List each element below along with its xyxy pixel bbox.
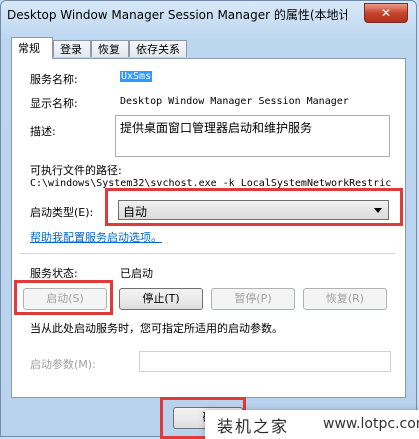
startup-type-select[interactable]: 自动	[118, 200, 389, 220]
description-label: 描述:	[30, 125, 56, 138]
close-icon: ✕	[380, 6, 392, 20]
start-params-label: 启动参数(M):	[30, 358, 96, 371]
exe-path-value[interactable]: C:\windows\System32\svchost.exe -k Local…	[30, 178, 391, 189]
start-params-input[interactable]	[139, 351, 391, 372]
service-properties-window: Desktop Window Manager Session Manager 的…	[0, 0, 417, 437]
tab-general[interactable]: 常规	[11, 37, 53, 59]
exe-path-container: C:\windows\System32\svchost.exe -k Local…	[30, 178, 395, 192]
pause-button[interactable]: 暂停(P)	[211, 288, 295, 310]
description-field[interactable]: 提供桌面窗口管理器启动和维护服务	[115, 115, 390, 157]
tab-dependencies[interactable]: 依存关系	[129, 40, 187, 57]
close-button[interactable]: ✕	[364, 3, 408, 23]
tab-recovery[interactable]: 恢复	[91, 40, 129, 57]
startup-type-label: 启动类型(E):	[30, 206, 94, 219]
stop-button[interactable]: 停止(T)	[119, 288, 203, 310]
tab-logon[interactable]: 登录	[53, 40, 91, 57]
general-tab-panel: 服务名称: UxSms 显示名称: Desktop Window Manager…	[11, 58, 406, 398]
service-status-label: 服务状态:	[30, 267, 78, 280]
exe-path-label: 可执行文件的路径:	[30, 164, 122, 177]
start-params-hint: 当从此处启动服务时，您可指定所适用的启动参数。	[30, 322, 283, 335]
startup-type-value: 自动	[123, 205, 148, 219]
display-name-label: 显示名称:	[30, 97, 78, 110]
service-status-value: 已启动	[120, 267, 153, 280]
window-title: Desktop Window Manager Session Manager 的…	[7, 8, 347, 22]
help-configure-link[interactable]: 帮助我配置服务启动选项。	[30, 229, 162, 245]
description-value: 提供桌面窗口管理器启动和维护服务	[120, 121, 313, 135]
display-name-value[interactable]: Desktop Window Manager Session Manager	[120, 96, 349, 107]
divider	[20, 253, 395, 254]
chevron-down-icon	[374, 208, 382, 213]
service-name-label: 服务名称:	[30, 73, 78, 86]
site-watermark: 装机之家 www.lotpc.com	[205, 410, 419, 439]
service-name-value[interactable]: UxSms	[120, 71, 153, 82]
watermark-url: www.lotpc.com	[323, 416, 419, 432]
start-button[interactable]: 启动(S)	[23, 288, 107, 310]
watermark-brand: 装机之家	[217, 417, 290, 436]
resume-button[interactable]: 恢复(R)	[303, 288, 387, 310]
